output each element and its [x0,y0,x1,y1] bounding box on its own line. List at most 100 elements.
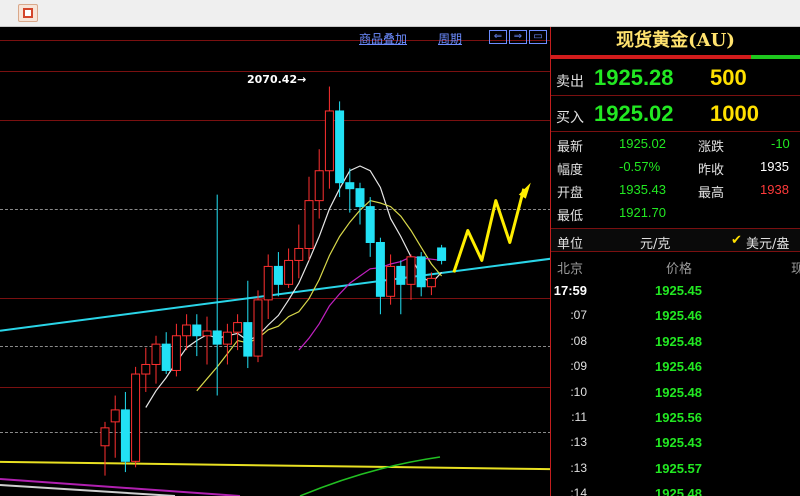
tick-price: 1925.48 [655,486,702,496]
buy-price: 1925.02 [594,101,674,126]
candle-body [386,265,396,297]
candle-body [314,170,324,202]
change-value: -10 [771,136,790,151]
candle-body [120,409,130,462]
checkmark-icon: ✔ [731,233,742,248]
unit-row: 单位 元/克 ✔ 美元/盎 [551,228,800,252]
title-strip-red [551,55,751,59]
tick-time: :11 [571,410,587,424]
high-value: 1938 [760,182,789,197]
amplitude-value: -0.57% [619,159,661,174]
open-value: 1935.43 [619,182,666,197]
candle-body [212,330,222,345]
tick-row: 17:59 1925.45 [551,279,800,304]
high-label: 最高 [698,186,725,201]
tick-price: 1925.43 [655,435,702,451]
peak-price-label: 2070.42→ [247,73,307,86]
candle-body [100,427,110,447]
buy-volume: 1000 [710,101,759,126]
ticks-price-header: 价格 [666,262,693,277]
tick-time: :10 [570,384,587,399]
tick-price: 1925.48 [655,384,702,400]
candle-body [355,188,365,208]
quote-panel: 现货黄金(AU) 卖出 1925.28 500 买入 1925.02 1000 … [551,27,800,496]
candle-body [345,182,355,190]
prev-close-value: 1935 [760,159,789,174]
window-icon [23,8,33,18]
top-toolbar [0,0,800,27]
candle-body [324,110,334,172]
tick-price: 1925.48 [655,333,702,349]
tick-row: :07 1925.46 [551,304,800,329]
currency-option[interactable]: 美元/盎 [746,233,789,252]
tick-row: :09 1925.46 [551,355,800,380]
ma-line-ma10 [196,199,443,392]
candle-body [375,241,385,297]
candle-body [365,206,375,243]
candle-body [416,256,426,288]
instrument-title: 现货黄金(AU) [616,30,735,51]
app-menu-button[interactable] [18,4,38,22]
candle-body [437,247,447,261]
tick-price: 1925.45 [655,283,702,298]
candle-body [171,335,181,371]
candle-body [284,259,294,285]
ticks-city-header: 北京 [557,262,584,277]
candle-body [396,265,406,285]
latest-label: 最新 [557,140,584,155]
lower-trend-line [0,460,550,471]
ticks-qty-header: 现 [791,262,800,277]
kline-chart[interactable]: 商品叠加 周期 ⇐ ⇒ ▭ 2070.42→ [0,27,551,496]
title-strip-green [751,55,800,59]
tick-time: :09 [570,359,587,374]
candle-body [426,277,436,288]
candle-body [273,265,283,285]
low-value: 1921.70 [619,205,666,220]
open-label: 开盘 [557,186,584,201]
tick-time: :14 [570,486,587,496]
candle-body [294,247,304,261]
tick-row: :13 1925.57 [551,457,800,482]
unit-value[interactable]: 元/克 [640,233,670,252]
candle-body [131,373,141,462]
candle-body [192,324,202,337]
tick-time: :13 [570,435,587,450]
candle-body [335,110,345,184]
tick-row: :08 1925.48 [551,330,800,355]
sell-volume: 500 [710,65,747,90]
amplitude-label: 幅度 [557,163,584,178]
candle-body [110,409,120,423]
candle-body [182,324,192,337]
latest-value: 1925.02 [619,136,666,151]
tick-time: :08 [570,333,587,348]
tick-row: :14 1925.48 [551,482,800,496]
change-label: 涨跌 [698,140,725,155]
candle-body [406,256,416,285]
sell-label: 卖出 [556,74,584,90]
ma-line-long [299,456,441,496]
ma-line-ma5 [145,165,443,408]
tick-time: :13 [570,460,587,475]
buy-row: 买入 1925.02 1000 [551,98,800,132]
tick-price: 1925.57 [655,460,702,476]
tick-price: 1925.56 [655,410,702,425]
low-label: 最低 [557,209,584,224]
chart-plot [0,86,550,496]
tick-row: :13 1925.43 [551,431,800,456]
candle-body [202,330,212,337]
tick-price: 1925.46 [655,359,702,375]
tick-row: :11 1925.56 [551,406,800,431]
unit-label: 单位 [557,237,584,252]
candle-body [253,299,263,357]
candle-body [141,363,151,375]
candle-body [151,343,161,365]
sell-price: 1925.28 [594,65,674,90]
tick-time: :07 [570,308,587,323]
tick-time: 17:59 [553,283,587,298]
prev-close-label: 昨收 [698,163,725,178]
candle-body [222,331,232,345]
candle-body [233,322,243,333]
prediction-zigzag [452,188,526,273]
candle-body [263,265,273,301]
candle-body [304,200,314,249]
